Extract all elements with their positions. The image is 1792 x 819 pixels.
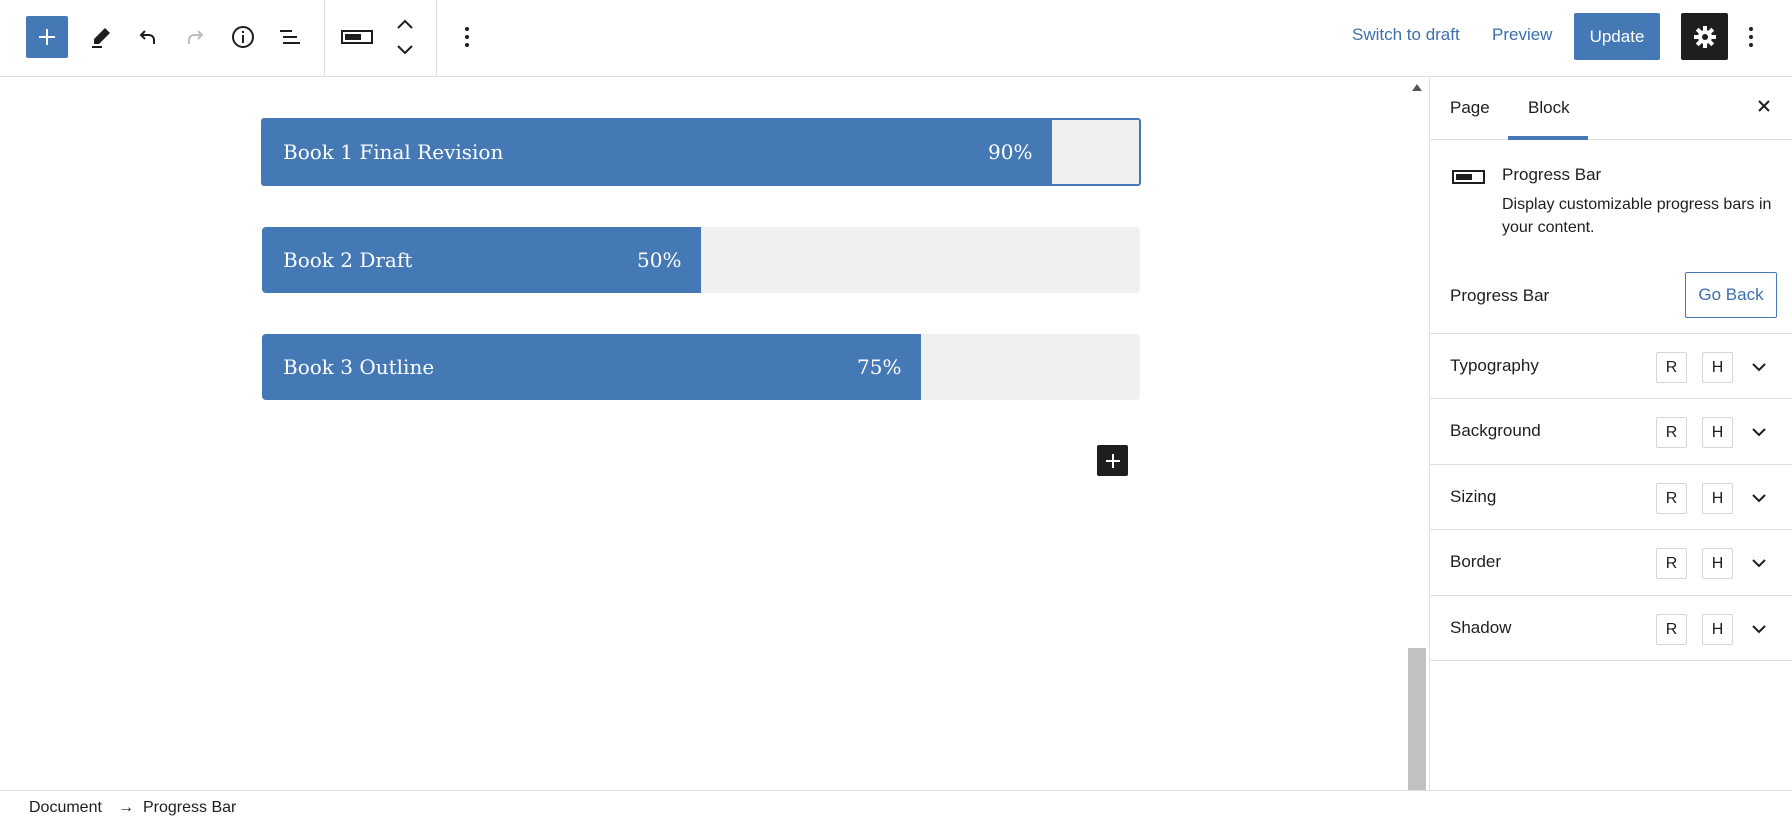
progress-label: Book 3 Outline xyxy=(283,355,435,379)
close-icon[interactable] xyxy=(1754,96,1774,116)
panel-shadow[interactable]: Shadow R H xyxy=(1430,595,1792,661)
block-inserter-button[interactable] xyxy=(1097,445,1128,476)
panel-background[interactable]: Background R H xyxy=(1430,398,1792,464)
undo-button[interactable] xyxy=(127,16,169,58)
chevron-down-icon[interactable] xyxy=(1751,359,1767,375)
progress-bar-3[interactable]: Book 3 Outline 75% xyxy=(262,334,1140,400)
h-button[interactable]: H xyxy=(1702,614,1733,645)
chevron-down-icon[interactable] xyxy=(1751,490,1767,506)
undo-icon xyxy=(139,30,155,44)
kebab-icon xyxy=(1749,27,1753,47)
tab-block[interactable]: Block xyxy=(1528,98,1570,118)
progress-percent: 75% xyxy=(857,355,902,379)
details-button[interactable] xyxy=(222,16,264,58)
breadcrumb-separator: → xyxy=(118,799,134,816)
panel-title: Border xyxy=(1450,552,1502,571)
gear-icon xyxy=(1693,25,1716,48)
plus-icon xyxy=(39,29,55,45)
scrollbar-thumb[interactable] xyxy=(1408,648,1426,790)
r-button[interactable]: R xyxy=(1656,417,1687,448)
h-button[interactable]: H xyxy=(1702,548,1733,579)
breadcrumb: Document → Progress Bar xyxy=(0,790,1792,819)
tools-button[interactable] xyxy=(80,16,122,58)
chevron-up-down-icon xyxy=(397,19,413,55)
r-button[interactable]: R xyxy=(1656,614,1687,645)
variation-label: Progress Bar xyxy=(1450,286,1550,305)
progress-bar-icon xyxy=(341,30,373,44)
list-view-icon xyxy=(280,30,300,44)
panel-title: Shadow xyxy=(1450,618,1512,637)
editor-header: Switch to draft Preview Update xyxy=(0,0,1792,77)
options-button[interactable] xyxy=(1740,16,1762,58)
chevron-down-icon[interactable] xyxy=(1751,555,1767,571)
panel-title: Typography xyxy=(1450,356,1539,375)
redo-button[interactable] xyxy=(174,16,216,58)
r-button[interactable]: R xyxy=(1656,548,1687,579)
chevron-down-icon[interactable] xyxy=(1751,424,1767,440)
tab-page[interactable]: Page xyxy=(1450,98,1490,118)
redo-icon xyxy=(188,30,204,44)
switch-to-draft-button[interactable]: Switch to draft xyxy=(1352,25,1460,45)
panel-title: Sizing xyxy=(1450,487,1497,506)
block-description: Display customizable progress bars in yo… xyxy=(1502,196,1772,236)
r-button[interactable]: R xyxy=(1656,352,1687,383)
progress-percent: 90% xyxy=(988,140,1033,164)
toolbar-separator xyxy=(324,0,325,77)
h-button[interactable]: H xyxy=(1702,483,1733,514)
panel-typography[interactable]: Typography R H xyxy=(1430,333,1792,399)
settings-sidebar: Page Block Progress Bar Display customiz… xyxy=(1429,78,1792,790)
kebab-icon xyxy=(465,27,469,47)
breadcrumb-document[interactable]: Document xyxy=(29,799,102,817)
panel-sizing[interactable]: Sizing R H xyxy=(1430,464,1792,530)
h-button[interactable]: H xyxy=(1702,417,1733,448)
toolbar-separator xyxy=(436,0,437,77)
info-icon xyxy=(232,26,254,48)
plus-icon xyxy=(1105,453,1120,468)
update-button[interactable]: Update xyxy=(1574,13,1660,60)
block-mover[interactable] xyxy=(384,16,426,58)
progress-bar-icon xyxy=(1452,170,1485,184)
settings-button[interactable] xyxy=(1681,13,1728,60)
scroll-up-arrow-icon[interactable] xyxy=(1412,84,1422,91)
r-button[interactable]: R xyxy=(1656,483,1687,514)
progress-bar-2[interactable]: Book 2 Draft 50% xyxy=(262,227,1140,293)
chevron-down-icon[interactable] xyxy=(1751,621,1767,637)
progress-bar-1[interactable]: Book 1 Final Revision 90% xyxy=(261,118,1141,186)
progress-label: Book 1 Final Revision xyxy=(283,140,504,164)
list-view-button[interactable] xyxy=(269,16,311,58)
active-tab-indicator xyxy=(1508,136,1588,140)
progress-percent: 50% xyxy=(637,248,682,272)
block-type-button[interactable] xyxy=(336,16,378,58)
add-block-button[interactable] xyxy=(26,16,68,58)
progress-label: Book 2 Draft xyxy=(283,248,413,272)
editor-canvas: Book 1 Final Revision 90% Book 2 Draft 5… xyxy=(0,78,1406,790)
sidebar-tabs: Page Block xyxy=(1430,78,1792,140)
panel-border[interactable]: Border R H xyxy=(1430,529,1792,595)
block-title: Progress Bar xyxy=(1502,165,1602,184)
go-back-button[interactable]: Go Back xyxy=(1685,272,1777,318)
pencil-icon xyxy=(92,28,110,48)
preview-button[interactable]: Preview xyxy=(1492,25,1552,45)
h-button[interactable]: H xyxy=(1702,352,1733,383)
breadcrumb-progress-bar[interactable]: Progress Bar xyxy=(143,799,236,817)
panel-title: Background xyxy=(1450,421,1541,440)
block-options-button[interactable] xyxy=(446,16,488,58)
